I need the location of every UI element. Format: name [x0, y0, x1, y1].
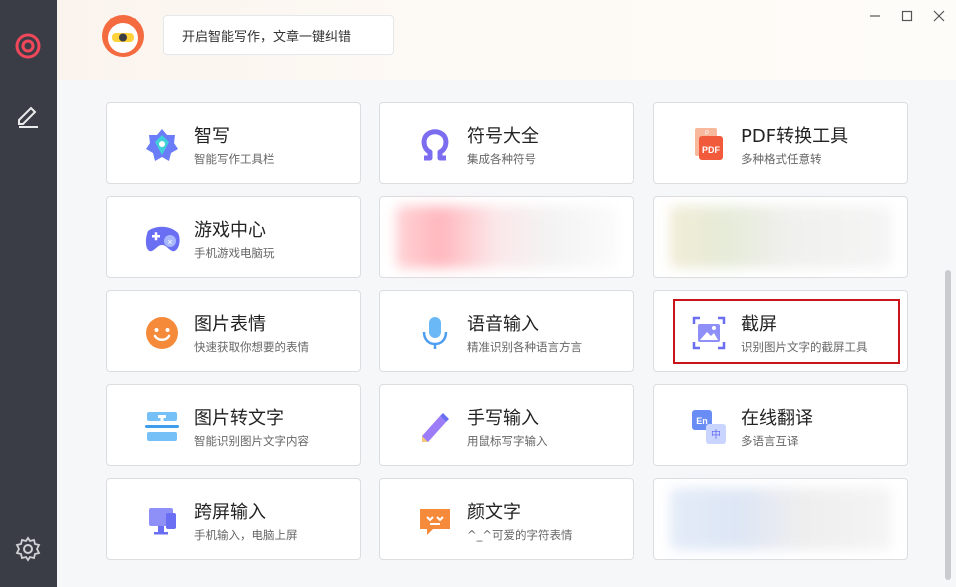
blurred-content: [670, 206, 891, 268]
card-title: 截屏: [741, 314, 777, 335]
card-subtitle: 精准识别各种语言方言: [467, 340, 582, 354]
card-title: 游戏中心: [194, 220, 266, 241]
emoji-icon: [142, 313, 182, 353]
card-subtitle: 识别图片文字的截屏工具: [741, 340, 868, 354]
card-subtitle: 集成各种符号: [467, 152, 536, 166]
card-subtitle: 手机游戏电脑玩: [194, 246, 275, 260]
card-cross-screen-input[interactable]: 跨屏输入 手机输入，电脑上屏: [106, 478, 361, 560]
close-button[interactable]: [928, 6, 950, 26]
pdf-icon: PDF P: [689, 125, 729, 165]
smart-write-icon: [142, 125, 182, 165]
card-subtitle: 手机输入，电脑上屏: [194, 528, 298, 542]
card-title: 符号大全: [467, 126, 539, 147]
card-title: 图片转文字: [194, 408, 284, 429]
card-game-center[interactable]: × 游戏中心 手机游戏电脑玩: [106, 196, 361, 278]
screenshot-icon: [689, 313, 729, 353]
gear-icon[interactable]: [10, 531, 46, 567]
card-blurred-1[interactable]: [379, 196, 634, 278]
card-kaomoji[interactable]: 颜文字 ^_^可爱的字符表情: [379, 478, 634, 560]
omega-icon: [415, 125, 455, 165]
card-title: 手写输入: [467, 408, 539, 429]
svg-text:PDF: PDF: [702, 145, 721, 155]
card-subtitle: 快速获取你想要的表情: [194, 340, 309, 354]
minimize-button[interactable]: [864, 6, 886, 26]
ocr-icon: [142, 407, 182, 447]
microphone-icon: [415, 313, 455, 353]
vertical-scrollbar[interactable]: [945, 270, 951, 580]
card-smart-write[interactable]: 智写 智能写作工具栏: [106, 102, 361, 184]
translate-icon: En 中: [689, 407, 729, 447]
card-image-to-text[interactable]: 图片转文字 智能识别图片文字内容: [106, 384, 361, 466]
card-subtitle: 智能写作工具栏: [194, 152, 275, 166]
card-symbols[interactable]: 符号大全 集成各种符号: [379, 102, 634, 184]
gamepad-icon: ×: [142, 219, 182, 259]
handwrite-icon: [415, 407, 455, 447]
card-title: 智写: [194, 126, 230, 147]
blurred-content: [396, 206, 617, 268]
sidebar: [0, 0, 57, 587]
card-image-emoji[interactable]: 图片表情 快速获取你想要的表情: [106, 290, 361, 372]
main-panel: 开启智能写作，文章一键纠错 智写 智能写作工具栏 符号大全 集成各种符号 PDF…: [57, 0, 956, 587]
card-subtitle: 多语言互译: [741, 434, 799, 448]
maximize-button[interactable]: [896, 6, 918, 26]
card-voice-input[interactable]: 语音输入 精准识别各种语言方言: [379, 290, 634, 372]
card-blurred-3[interactable]: [653, 478, 908, 560]
card-subtitle: 用鼠标写字输入: [467, 434, 548, 448]
target-icon[interactable]: [10, 28, 46, 64]
card-subtitle: ^_^可爱的字符表情: [467, 528, 573, 542]
card-title: PDF转换工具: [741, 126, 849, 147]
svg-text:En: En: [696, 416, 708, 426]
card-title: 图片表情: [194, 314, 266, 335]
card-title: 跨屏输入: [194, 502, 266, 523]
svg-text:中: 中: [711, 428, 721, 441]
card-title: 颜文字: [467, 502, 521, 523]
card-pdf-converter[interactable]: PDF P PDF转换工具 多种格式任意转: [653, 102, 908, 184]
card-blurred-2[interactable]: [653, 196, 908, 278]
kaomoji-icon: [415, 501, 455, 541]
card-handwrite-input[interactable]: 手写输入 用鼠标写字输入: [379, 384, 634, 466]
card-online-translate[interactable]: En 中 在线翻译 多语言互译: [653, 384, 908, 466]
card-screenshot[interactable]: 截屏 识别图片文字的截屏工具: [653, 290, 908, 372]
promo-bubble[interactable]: 开启智能写作，文章一键纠错: [163, 15, 394, 55]
cross-screen-icon: [142, 501, 182, 541]
svg-text:×: ×: [167, 237, 172, 247]
svg-text:P: P: [705, 131, 709, 137]
card-subtitle: 智能识别图片文字内容: [194, 434, 309, 448]
card-title: 在线翻译: [741, 408, 813, 429]
card-subtitle: 多种格式任意转: [741, 152, 822, 166]
blurred-content: [670, 488, 891, 550]
mascot-avatar[interactable]: [101, 14, 145, 58]
pen-edit-icon[interactable]: [10, 97, 46, 133]
card-title: 语音输入: [467, 314, 539, 335]
